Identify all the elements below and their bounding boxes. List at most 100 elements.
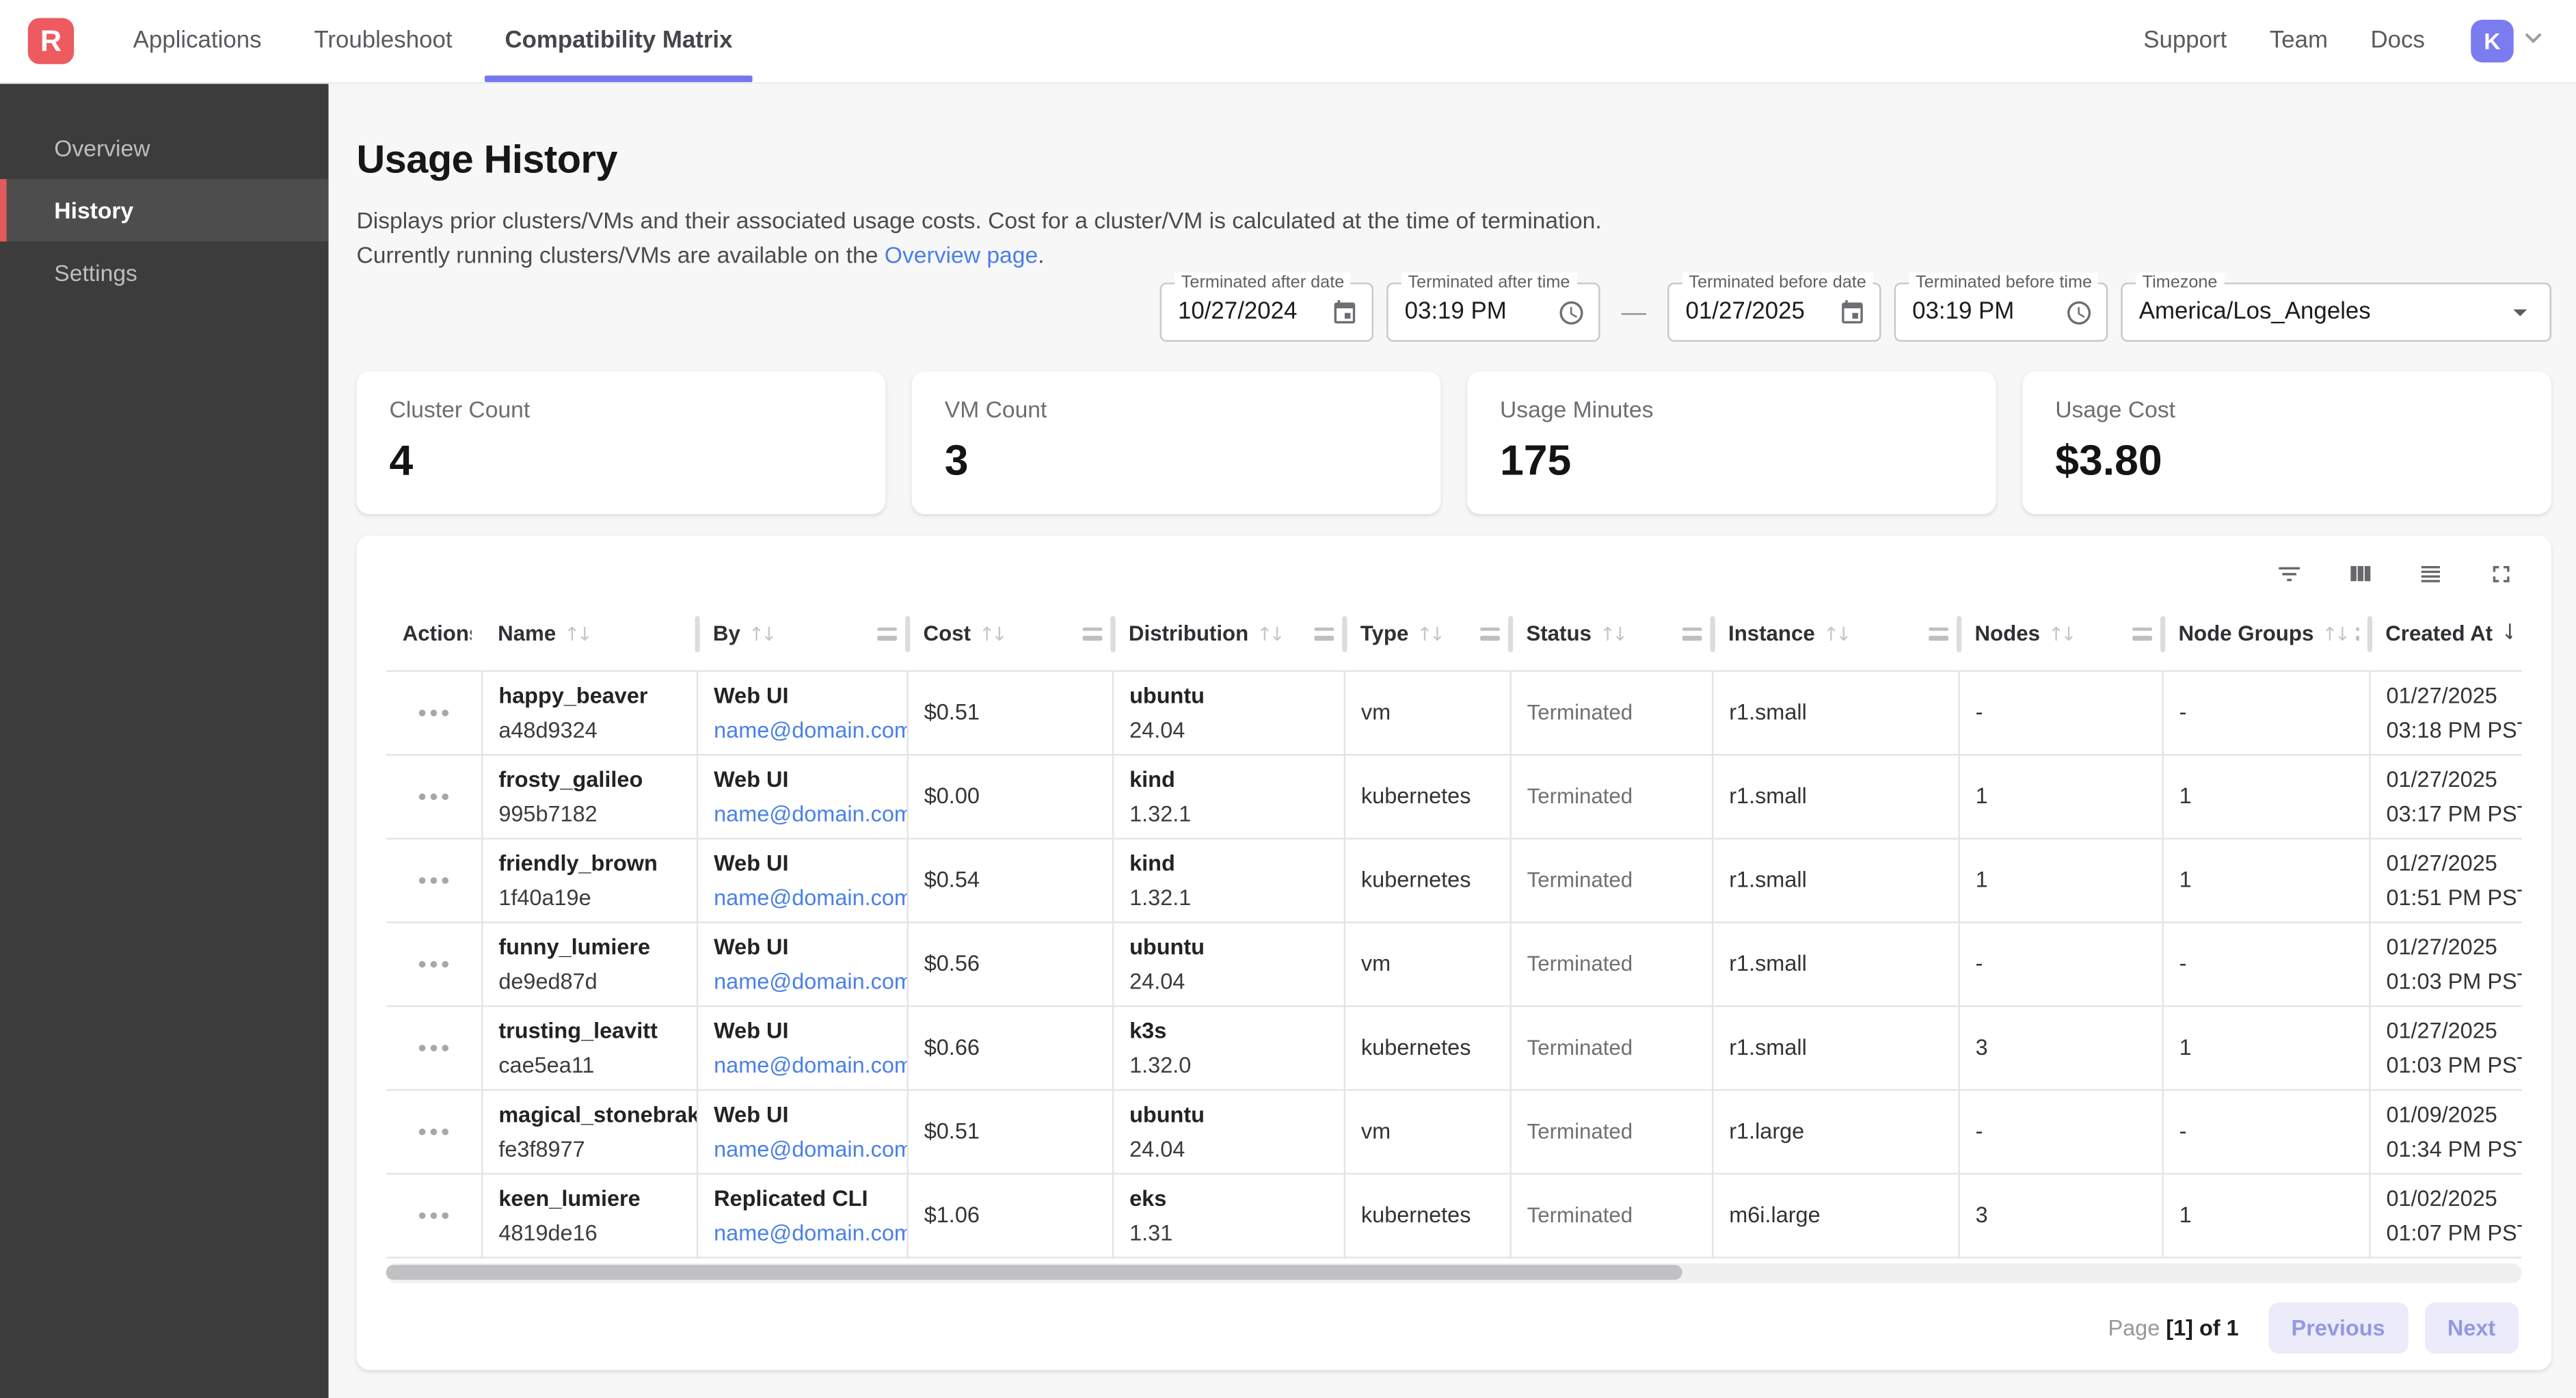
- terminated-after-time-field[interactable]: Terminated after time 03:19 PM: [1386, 282, 1600, 342]
- cell-nodes: -: [1958, 922, 2162, 1006]
- cell-value: r1.small: [1729, 780, 1941, 811]
- cell-type: kubernetes: [1344, 838, 1510, 922]
- cell-node-groups: 1: [2162, 754, 2369, 838]
- row-actions-button[interactable]: [403, 671, 464, 753]
- nav-item-compatibility-matrix[interactable]: Compatibility Matrix: [485, 0, 753, 82]
- row-actions-button[interactable]: [403, 1174, 464, 1256]
- filter-icon[interactable]: [2275, 559, 2303, 587]
- cell-primary-text: 01/27/2025: [2386, 680, 2505, 711]
- cell-status: Terminated: [1510, 1173, 1712, 1257]
- usage-table-card: ActionsName↑↓By↑↓Cost↑↓Distribution↑↓Typ…: [356, 535, 2551, 1369]
- density-icon[interactable]: [2417, 559, 2445, 587]
- cell-instance: m6i.large: [1712, 1173, 1958, 1257]
- nav-item-team[interactable]: Team: [2270, 28, 2328, 54]
- column-header-distribution[interactable]: Distribution↑↓: [1112, 598, 1344, 671]
- cell-distribution: kind1.32.1: [1112, 838, 1344, 922]
- fullscreen-icon[interactable]: [2487, 559, 2515, 587]
- usage-cost-card: Usage Cost $3.80: [2022, 371, 2551, 514]
- column-header-status[interactable]: Status↑↓: [1510, 598, 1712, 671]
- email-link[interactable]: name@domain.com: [714, 965, 889, 997]
- email-link[interactable]: name@domain.com: [714, 798, 889, 829]
- cell-primary-text: ubuntu: [1129, 680, 1326, 711]
- column-header-by[interactable]: By↑↓: [697, 598, 907, 671]
- field-value[interactable]: America/Los_Angeles: [2139, 299, 2494, 325]
- field-value[interactable]: 10/27/2024: [1178, 299, 1321, 325]
- email-link[interactable]: name@domain.com: [714, 1049, 889, 1080]
- field-value[interactable]: 01/27/2025: [1686, 299, 1829, 325]
- horizontal-scrollbar-thumb[interactable]: [386, 1265, 1682, 1280]
- cell-value: r1.small: [1729, 864, 1941, 896]
- email-link[interactable]: name@domain.com: [714, 881, 889, 913]
- calendar-icon[interactable]: [1330, 298, 1358, 326]
- column-menu-icon[interactable]: [1083, 627, 1103, 640]
- previous-page-button[interactable]: Previous: [2268, 1302, 2408, 1352]
- sidebar-item-settings[interactable]: Settings: [0, 241, 329, 304]
- email-link[interactable]: name@domain.com: [714, 714, 889, 745]
- column-menu-icon[interactable]: [2355, 627, 2359, 640]
- sort-icon[interactable]: ↑↓: [1600, 622, 1625, 645]
- row-actions-button[interactable]: [403, 1006, 464, 1088]
- primary-nav: Applications Troubleshoot Compatibility …: [113, 0, 752, 82]
- column-menu-icon[interactable]: [1480, 627, 1500, 640]
- column-menu-icon[interactable]: [877, 627, 897, 640]
- overview-page-link[interactable]: Overview page: [885, 241, 1038, 267]
- sidebar-item-overview[interactable]: Overview: [0, 117, 329, 179]
- timezone-select[interactable]: Timezone America/Los_Angeles: [2121, 282, 2551, 342]
- cell-node-groups: -: [2162, 670, 2369, 754]
- email-link[interactable]: name@domain.com: [714, 1133, 889, 1164]
- cell-value: kubernetes: [1361, 864, 1492, 896]
- column-header-created-at[interactable]: Created At↓: [2369, 598, 2521, 671]
- row-actions-button[interactable]: [403, 922, 464, 1004]
- sort-icon[interactable]: ↑↓: [979, 622, 1004, 645]
- top-nav: R Applications Troubleshoot Compatibilit…: [0, 0, 2576, 84]
- clock-icon[interactable]: [2065, 298, 2093, 326]
- column-header-name[interactable]: Name↑↓: [481, 598, 697, 671]
- field-value[interactable]: 03:19 PM: [1912, 299, 2055, 325]
- account-menu[interactable]: K: [2471, 20, 2549, 62]
- field-value[interactable]: 03:19 PM: [1405, 299, 1548, 325]
- nav-item-support[interactable]: Support: [2143, 28, 2227, 54]
- sort-icon[interactable]: ↑↓: [749, 622, 774, 645]
- column-header-nodes[interactable]: Nodes↑↓: [1958, 598, 2162, 671]
- sort-icon[interactable]: ↑↓: [1823, 622, 1849, 645]
- email-link[interactable]: name@domain.com: [714, 1216, 889, 1248]
- table-toolbar: [386, 549, 2522, 598]
- column-menu-icon[interactable]: [1929, 627, 1948, 640]
- terminated-before-time-field[interactable]: Terminated before time 03:19 PM: [1894, 282, 2108, 342]
- column-menu-icon[interactable]: [2132, 627, 2152, 640]
- column-header-node-groups[interactable]: Node Groups↑↓: [2162, 598, 2369, 671]
- dropdown-arrow-icon[interactable]: [2504, 296, 2536, 329]
- cell-value: -: [1976, 697, 2145, 728]
- terminated-before-date-field[interactable]: Terminated before date 01/27/2025: [1667, 282, 1881, 342]
- column-menu-icon[interactable]: [1314, 627, 1334, 640]
- clock-icon[interactable]: [1557, 298, 1585, 326]
- column-header-cost[interactable]: Cost↑↓: [907, 598, 1112, 671]
- avatar[interactable]: K: [2471, 20, 2513, 62]
- next-page-button[interactable]: Next: [2424, 1302, 2519, 1352]
- column-header-type[interactable]: Type↑↓: [1344, 598, 1510, 671]
- replicated-logo[interactable]: R: [28, 18, 74, 64]
- sort-icon[interactable]: ↑↓: [2048, 622, 2074, 645]
- nav-item-applications[interactable]: Applications: [113, 0, 282, 82]
- row-actions-button[interactable]: [403, 839, 464, 921]
- cell-type: vm: [1344, 922, 1510, 1006]
- terminated-after-date-field[interactable]: Terminated after date 10/27/2024: [1160, 282, 1373, 342]
- sort-icon[interactable]: ↑↓: [2322, 622, 2347, 645]
- nav-item-docs[interactable]: Docs: [2371, 28, 2425, 54]
- nav-item-troubleshoot[interactable]: Troubleshoot: [295, 0, 472, 82]
- cell-by: Web UIname@domain.com: [697, 754, 907, 838]
- sort-icon[interactable]: ↑↓: [564, 622, 589, 645]
- stat-label: Usage Cost: [2055, 396, 2519, 422]
- column-menu-icon[interactable]: [1682, 627, 1702, 640]
- row-actions-button[interactable]: [403, 1090, 464, 1172]
- sort-desc-icon[interactable]: ↓: [2501, 621, 2512, 646]
- sidebar-item-history[interactable]: History: [0, 179, 329, 241]
- horizontal-scrollbar-track[interactable]: [386, 1263, 2522, 1282]
- row-actions-button[interactable]: [403, 755, 464, 837]
- column-header-instance[interactable]: Instance↑↓: [1712, 598, 1958, 671]
- cluster-count-card: Cluster Count 4: [356, 371, 885, 514]
- sort-icon[interactable]: ↑↓: [1257, 622, 1282, 645]
- columns-icon[interactable]: [2346, 559, 2374, 587]
- sort-icon[interactable]: ↑↓: [1417, 622, 1442, 645]
- calendar-icon[interactable]: [1838, 298, 1866, 326]
